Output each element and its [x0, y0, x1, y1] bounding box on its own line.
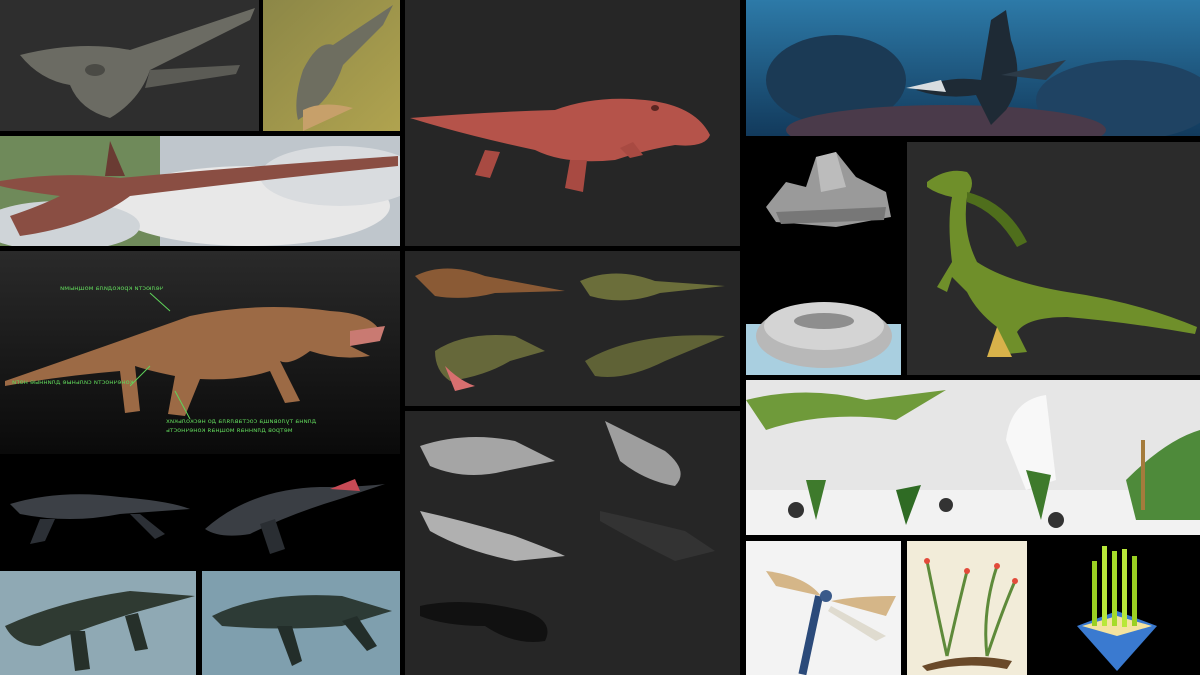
pterosaur-icon	[0, 0, 259, 131]
fern-icon	[907, 541, 1027, 675]
tile-dark-pliosaurs	[0, 459, 400, 566]
tile-dragonfly	[746, 541, 901, 675]
tile-pterosaur-yellow	[263, 0, 400, 131]
pterosaur-icon	[0, 136, 400, 246]
tile-cylinder-plant-pot	[1032, 541, 1200, 675]
pliosaur-icon	[746, 0, 1200, 136]
dragonfly-icon	[746, 541, 901, 675]
rock-icon	[746, 142, 901, 231]
tile-textured-amphibians	[405, 251, 740, 406]
tile-rock-formation	[746, 142, 901, 231]
tile-blue-pliosaur-left	[0, 571, 196, 675]
annotation-label-top: челюсти крокодила мощными	[60, 284, 164, 292]
amphibian-icon	[405, 0, 740, 246]
pterosaur-icon	[263, 0, 400, 131]
annotation-label-bottom-1: длина туловища составляла до нескольких	[166, 417, 317, 425]
tile-red-clay-amphibian	[405, 0, 740, 246]
pliosaur-icon	[0, 459, 400, 566]
tile-plant-environment	[746, 380, 1200, 535]
tile-fern-plant	[907, 541, 1027, 675]
nest-icon	[746, 236, 901, 375]
plant-icon	[746, 380, 1200, 535]
amphibian-icon	[405, 251, 740, 406]
tile-flying-pterosaur	[0, 136, 400, 246]
plant-pot-icon	[1032, 541, 1200, 675]
tile-annotated-archosaur: челюсти крокодила мощными конечности сил…	[0, 251, 400, 454]
tile-underwater-pliosaur	[746, 0, 1200, 136]
tile-pterosaur-head-sculpt	[0, 0, 259, 131]
annotation-label-bottom-2: метров длинная мощная конечность	[166, 426, 293, 434]
annotation-label-mid: конечности сильные длинные ноги	[12, 378, 134, 386]
tile-blue-pliosaur-right	[202, 571, 400, 675]
tile-scaled-nest	[746, 236, 901, 375]
pliosaur-icon	[202, 571, 400, 675]
amphibian-icon	[405, 411, 740, 675]
raptor-icon	[907, 142, 1200, 375]
tile-grey-amphibian-sculpts	[405, 411, 740, 675]
tile-green-raptor	[907, 142, 1200, 375]
pliosaur-icon	[0, 571, 196, 675]
